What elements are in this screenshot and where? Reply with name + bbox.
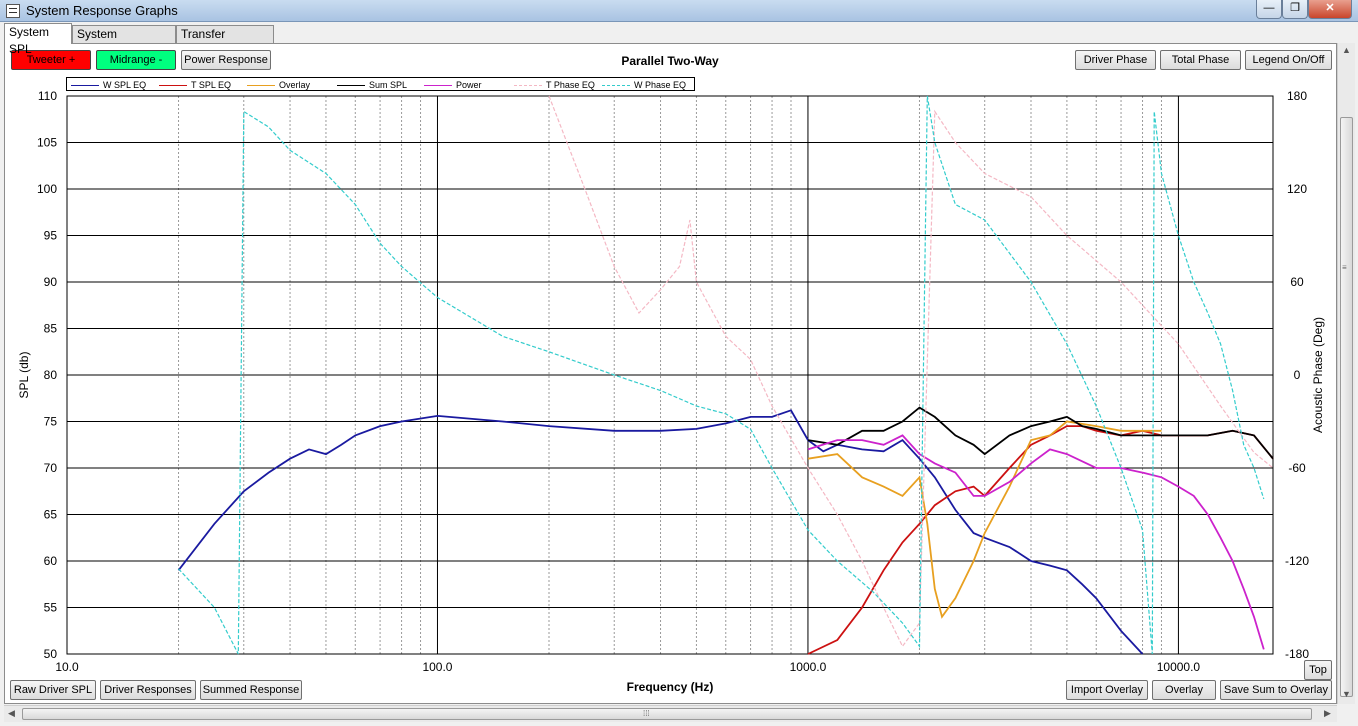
- tab-system-impedance[interactable]: System Impedance: [72, 25, 176, 58]
- window-title: System Response Graphs: [26, 3, 178, 18]
- vertical-scroll-thumb[interactable]: ≡: [1340, 117, 1353, 697]
- legend-item: T SPL EQ: [159, 79, 231, 91]
- legend-label: Power: [456, 80, 482, 90]
- legend-label: T SPL EQ: [191, 80, 232, 90]
- import-overlay-button[interactable]: Import Overlay: [1066, 680, 1148, 700]
- graph-panel: [4, 43, 1337, 704]
- grip-icon: ⁞⁞⁞: [643, 709, 650, 718]
- tab-transfer-functions[interactable]: Transfer Functions: [176, 25, 274, 58]
- total-phase-button[interactable]: Total Phase: [1160, 50, 1241, 70]
- scroll-left-icon[interactable]: ◀: [8, 708, 15, 719]
- legend-toggle-button[interactable]: Legend On/Off: [1245, 50, 1332, 70]
- chart-title: Parallel Two-Way: [621, 54, 719, 68]
- legend-item: W SPL EQ: [71, 79, 146, 91]
- app-icon: [6, 4, 20, 18]
- grip-icon: ≡: [1342, 263, 1347, 272]
- legend-item: T Phase EQ: [514, 79, 595, 91]
- window-titlebar: System Response Graphs — ❐ ✕: [0, 0, 1358, 22]
- chart-legend: W SPL EQ T SPL EQ Overlay Sum SPL Power …: [66, 77, 695, 91]
- horizontal-scroll-thumb[interactable]: ⁞⁞⁞: [22, 708, 1312, 720]
- legend-item: Power: [424, 79, 482, 91]
- midrange-polarity-button[interactable]: Midrange -: [96, 50, 176, 70]
- power-response-button[interactable]: Power Response: [181, 50, 271, 70]
- legend-label: T Phase EQ: [546, 80, 595, 90]
- scroll-up-icon[interactable]: ▲: [1342, 45, 1351, 55]
- save-sum-to-overlay-button[interactable]: Save Sum to Overlay: [1220, 680, 1332, 700]
- scroll-down-icon[interactable]: ▼: [1342, 689, 1351, 699]
- driver-phase-button[interactable]: Driver Phase: [1075, 50, 1156, 70]
- legend-item: Sum SPL: [337, 79, 407, 91]
- close-button[interactable]: ✕: [1308, 0, 1352, 19]
- scroll-right-icon[interactable]: ▶: [1324, 708, 1331, 719]
- legend-item: W Phase EQ: [602, 79, 686, 91]
- legend-label: W Phase EQ: [634, 80, 687, 90]
- driver-responses-button[interactable]: Driver Responses: [100, 680, 196, 700]
- tab-system-spl[interactable]: System SPL: [4, 23, 72, 56]
- minimize-button[interactable]: —: [1256, 0, 1282, 19]
- summed-response-button[interactable]: Summed Response: [200, 680, 302, 700]
- top-button[interactable]: Top: [1304, 660, 1332, 680]
- legend-label: Sum SPL: [369, 80, 408, 90]
- maximize-button[interactable]: ❐: [1282, 0, 1308, 19]
- legend-label: Overlay: [279, 80, 311, 90]
- legend-item: Overlay: [247, 79, 310, 91]
- overlay-button[interactable]: Overlay: [1152, 680, 1216, 700]
- raw-driver-spl-button[interactable]: Raw Driver SPL: [10, 680, 96, 700]
- vertical-scrollbar[interactable]: ▲ ≡ ▼: [1337, 43, 1355, 704]
- legend-label: W SPL EQ: [103, 80, 147, 90]
- horizontal-scrollbar[interactable]: ◀ ⁞⁞⁞ ▶: [4, 705, 1337, 722]
